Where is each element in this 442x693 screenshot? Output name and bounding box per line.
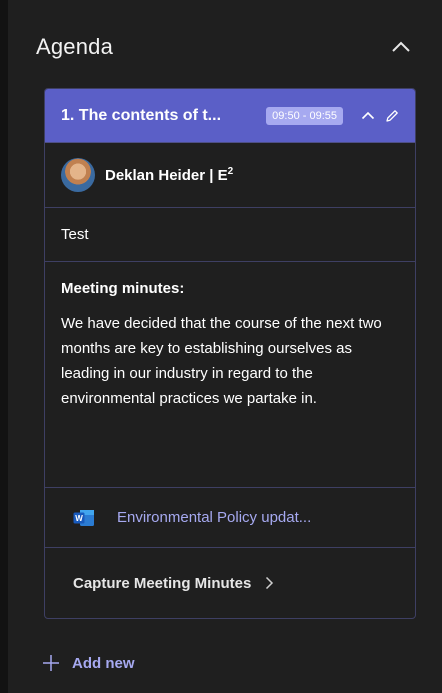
agenda-title: Agenda: [36, 34, 114, 59]
agenda-item-header[interactable]: 1. The contents of t... 09:50 - 09:55: [45, 89, 415, 143]
presenter-name: Deklan Heider | E2: [105, 166, 234, 184]
agenda-header: Agenda: [36, 30, 412, 64]
chevron-right-icon: [265, 576, 277, 590]
collapse-chevron-up-icon[interactable]: [390, 36, 412, 58]
agenda-item-title[interactable]: 1. The contents of t...: [61, 107, 266, 125]
capture-minutes-button[interactable]: Capture Meeting Minutes: [45, 548, 415, 618]
left-edge-strip: [0, 0, 8, 693]
minutes-text: We have decided that the course of the n…: [61, 315, 382, 407]
time-badge: 09:50 - 09:55: [266, 106, 343, 125]
capture-minutes-label: Capture Meeting Minutes: [73, 574, 252, 592]
word-file-icon: W: [73, 509, 95, 527]
item-description: Test: [45, 208, 415, 262]
attachment-link[interactable]: Environmental Policy updat...: [117, 509, 311, 526]
avatar: [61, 158, 95, 192]
edit-pencil-icon[interactable]: [383, 107, 401, 125]
agenda-item-card: 1. The contents of t... 09:50 - 09:55 De…: [44, 88, 416, 619]
plus-icon: [42, 654, 60, 672]
meeting-minutes-section: Meeting minutes: We have decided that th…: [45, 262, 415, 488]
presenter-row: Deklan Heider | E2: [45, 143, 415, 208]
minutes-label: Meeting minutes:: [61, 280, 185, 297]
svg-text:W: W: [75, 514, 83, 523]
add-new-label: Add new: [72, 654, 135, 672]
collapse-item-chevron-up-icon[interactable]: [359, 107, 377, 125]
description-text: Test: [61, 226, 89, 243]
add-new-button[interactable]: Add new: [42, 650, 135, 676]
attachment-row[interactable]: W Environmental Policy updat...: [45, 488, 415, 548]
